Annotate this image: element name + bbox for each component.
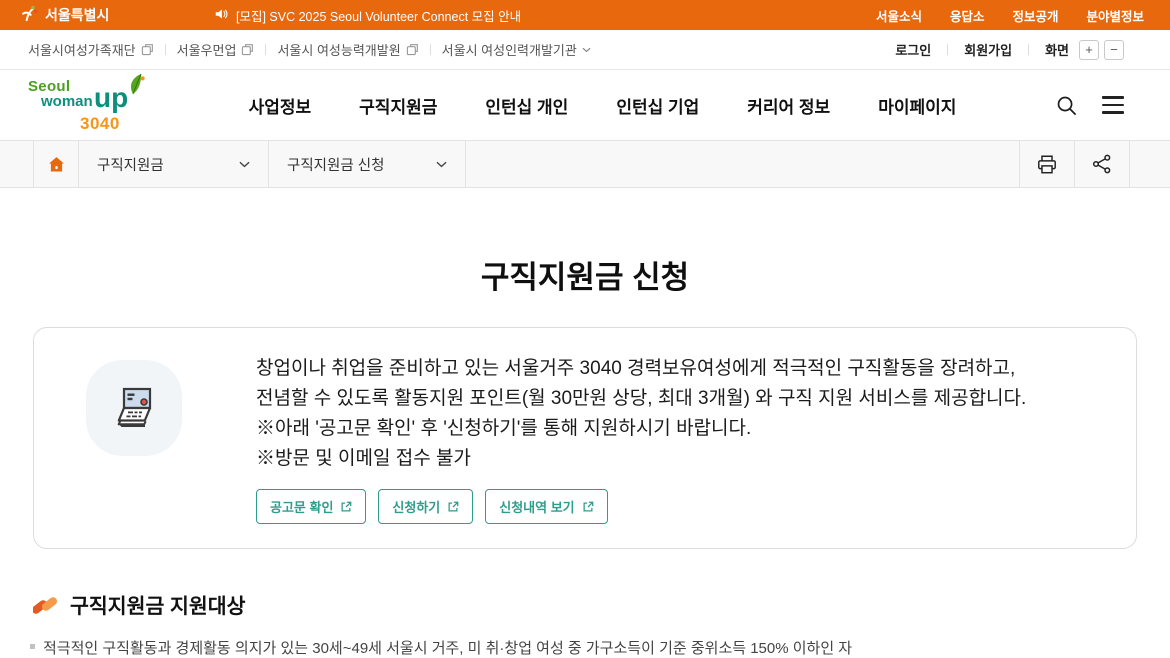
section-heading: 구직지원금 지원대상	[33, 589, 1137, 619]
divider	[165, 44, 166, 55]
logo-3040-text: 3040	[80, 114, 120, 134]
intro-card-icon-wrap	[86, 360, 182, 456]
header-icons	[1055, 94, 1124, 117]
divider	[265, 44, 266, 55]
share-icon	[1092, 154, 1112, 174]
apply-button-label: 신청하기	[392, 497, 440, 516]
screen-zoom-controls: + −	[1079, 40, 1124, 60]
seoul-city-logo[interactable]: 서울특별시	[20, 4, 180, 26]
intro-line: 창업이나 취업을 준비하고 있는 서울거주 3040 경력보유여성에게 적극적인…	[256, 354, 1026, 384]
family-site-label: 서울시 여성인력개발기관	[442, 40, 577, 59]
print-icon	[1036, 154, 1058, 175]
intro-card-body: 창업이나 취업을 준비하고 있는 서울거주 3040 경력보유여성에게 적극적인…	[256, 354, 1026, 524]
page-title: 구직지원금 신청	[0, 252, 1170, 297]
external-link-icon	[141, 43, 154, 56]
speaker-icon	[214, 7, 228, 24]
site-header: Seoul woman up 3040 사업정보 구직지원금 인턴십 개인 인턴…	[0, 70, 1170, 140]
nav-item-job-support-fund[interactable]: 구직지원금	[359, 93, 437, 118]
family-site-label: 서울시여성가족재단	[28, 40, 136, 59]
nav-item-mypage[interactable]: 마이페이지	[878, 93, 956, 118]
breadcrumb-spacer	[466, 141, 1020, 187]
family-site-womanup[interactable]: 서울우먼업	[177, 40, 255, 59]
gov-link-info-disclosure[interactable]: 정보공개	[1012, 6, 1058, 25]
login-link[interactable]: 로그인	[895, 40, 931, 59]
intro-line: ※방문 및 이메일 접수 불가	[256, 444, 1026, 474]
external-link-icon	[582, 501, 594, 513]
screen-zoom-label: 화면	[1045, 40, 1069, 59]
seoul-city-mark-icon	[20, 4, 39, 26]
family-site-label: 서울우먼업	[177, 40, 237, 59]
breadcrumb-right-gutter	[1130, 141, 1170, 187]
seoul-city-logo-label: 서울특별시	[45, 5, 109, 25]
breadcrumb-bar: 구직지원금 구직지원금 신청	[0, 140, 1170, 188]
divider	[1028, 44, 1029, 55]
share-button[interactable]	[1075, 141, 1130, 187]
family-site-links: 서울시여성가족재단 서울우먼업 서울시 여성능력개발원 서울시 여성인력개발기관	[28, 40, 591, 59]
section-title: 구직지원금 지원대상	[70, 589, 245, 619]
leaf-icon	[124, 72, 146, 101]
site-logo[interactable]: Seoul woman up 3040	[28, 76, 150, 134]
external-link-icon	[340, 501, 352, 513]
divider	[430, 44, 431, 55]
family-site-capability-center[interactable]: 서울시 여성능력개발원	[277, 40, 418, 59]
intro-line: ※아래 '공고문 확인' 후 '신청하기'를 통해 지원하시기 바랍니다.	[256, 414, 1026, 444]
notice-check-button[interactable]: 공고문 확인	[256, 489, 366, 524]
zoom-in-button[interactable]: +	[1079, 40, 1099, 60]
application-history-button-label: 신청내역 보기	[499, 497, 574, 516]
ledger-document-icon	[107, 381, 161, 435]
breadcrumb-dropdown-level1[interactable]: 구직지원금	[79, 141, 269, 187]
breadcrumb-dropdown-level2[interactable]: 구직지원금 신청	[269, 141, 466, 187]
home-icon	[47, 155, 66, 174]
gov-link-eungdapso[interactable]: 응답소	[950, 6, 985, 25]
chevron-down-icon	[239, 161, 250, 168]
logo-woman-text: woman	[41, 93, 93, 110]
external-link-icon	[241, 43, 254, 56]
intro-line: 전념할 수 있도록 활동지원 포인트(월 30만원 상당, 최대 3개월) 와 …	[256, 384, 1026, 414]
utility-bar: 서울시여성가족재단 서울우먼업 서울시 여성능력개발원 서울시 여성인력개발기관…	[0, 30, 1170, 70]
gov-quick-links: 서울소식 응답소 정보공개 분야별정보	[876, 6, 1144, 25]
divider	[947, 44, 948, 55]
main-nav: 사업정보 구직지원금 인턴십 개인 인턴십 기업 커리어 정보 마이페이지	[249, 93, 957, 118]
bullet-square-icon	[30, 644, 35, 649]
nav-item-business-info[interactable]: 사업정보	[249, 93, 312, 118]
external-link-icon	[447, 501, 459, 513]
notice-check-button-label: 공고문 확인	[270, 497, 333, 516]
search-icon[interactable]	[1055, 94, 1078, 117]
zoom-out-button[interactable]: −	[1104, 40, 1124, 60]
breadcrumb-dropdown-label: 구직지원금	[97, 154, 164, 175]
breadcrumb-left-gutter	[0, 141, 34, 187]
announcement-banner[interactable]: [모집] SVC 2025 Seoul Volunteer Connect 모집…	[214, 6, 521, 25]
signup-link[interactable]: 회원가입	[964, 40, 1012, 59]
utility-account-area: 로그인 회원가입 화면 + −	[895, 40, 1124, 60]
external-link-icon	[406, 43, 419, 56]
announcement-text: [모집] SVC 2025 Seoul Volunteer Connect 모집…	[236, 6, 521, 25]
nav-item-internship-company[interactable]: 인턴십 기업	[616, 93, 699, 118]
nav-item-internship-individual[interactable]: 인턴십 개인	[485, 93, 568, 118]
gov-link-news[interactable]: 서울소식	[876, 6, 922, 25]
caret-down-icon	[582, 47, 591, 53]
breadcrumb-home-button[interactable]	[34, 141, 79, 187]
intro-card: 창업이나 취업을 준비하고 있는 서울거주 3040 경력보유여성에게 적극적인…	[33, 327, 1137, 549]
application-history-button[interactable]: 신청내역 보기	[485, 489, 607, 524]
menu-icon[interactable]	[1102, 96, 1124, 113]
orange-slashes-icon	[33, 592, 60, 616]
family-site-foundation[interactable]: 서울시여성가족재단	[28, 40, 154, 59]
apply-button[interactable]: 신청하기	[378, 489, 473, 524]
family-site-hrd-dropdown[interactable]: 서울시 여성인력개발기관	[442, 40, 591, 59]
gov-link-info-by-field[interactable]: 분야별정보	[1086, 6, 1144, 25]
nav-item-career-info[interactable]: 커리어 정보	[747, 93, 830, 118]
breadcrumb-dropdown-label: 구직지원금 신청	[287, 154, 384, 175]
print-button[interactable]	[1020, 141, 1075, 187]
intro-card-buttons: 공고문 확인 신청하기 신청내역 보기	[256, 489, 1026, 524]
gov-top-bar: 서울특별시 [모집] SVC 2025 Seoul Volunteer Conn…	[0, 0, 1170, 30]
family-site-label: 서울시 여성능력개발원	[277, 40, 400, 59]
chevron-down-icon	[436, 161, 447, 168]
